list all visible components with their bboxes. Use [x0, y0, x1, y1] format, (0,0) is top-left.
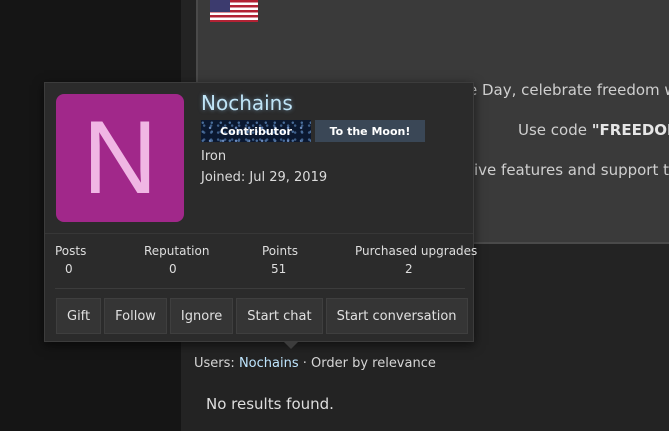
search-criteria: Users: Nochains · Order by relevance	[194, 356, 436, 371]
no-results-message: No results found.	[206, 395, 334, 413]
stat-value-posts: 0	[65, 262, 73, 276]
member-actions: Gift Follow Ignore Start chat Start conv…	[56, 298, 468, 334]
order-text: · Order by relevance	[298, 356, 436, 371]
notice-line-3: ive features and support th	[474, 161, 669, 179]
avatar-letter: N	[82, 99, 158, 216]
username-link[interactable]: Nochains	[201, 91, 293, 115]
avatar[interactable]: N	[56, 94, 184, 222]
joined-date: Joined: Jul 29, 2019	[201, 170, 328, 185]
card-divider	[45, 233, 473, 234]
start-conversation-button[interactable]: Start conversation	[325, 298, 468, 334]
notice-line-2: Use code "FREEDOM	[518, 121, 669, 139]
stats-divider	[55, 288, 465, 289]
stat-value-purchased-upgrades: 2	[405, 262, 413, 276]
to-the-moon-banner: To the Moon!	[315, 120, 425, 142]
follow-button[interactable]: Follow	[104, 298, 167, 334]
member-tooltip-card: N Nochains Contributor To the Moon! Iron…	[44, 82, 478, 342]
users-label: Users:	[194, 356, 235, 371]
promo-code: "FREEDOM	[591, 121, 669, 139]
notice-line-2-prefix: Use code	[518, 121, 592, 139]
stat-value-reputation: 0	[169, 262, 177, 276]
stat-value-points: 51	[271, 262, 287, 276]
start-chat-button[interactable]: Start chat	[236, 298, 323, 334]
users-filter-link[interactable]: Nochains	[239, 356, 299, 371]
stat-label-posts: Posts	[55, 244, 87, 258]
contributor-banner: Contributor	[201, 120, 311, 142]
stat-label-points: Points	[262, 244, 299, 258]
user-title: Iron	[201, 149, 227, 164]
notice-line-1: e Day, celebrate freedom w	[468, 81, 669, 99]
gift-button[interactable]: Gift	[56, 298, 102, 334]
stat-label-purchased-upgrades: Purchased upgrades	[355, 244, 478, 258]
ignore-button[interactable]: Ignore	[169, 298, 234, 334]
tooltip-arrow	[283, 341, 299, 349]
us-flag-icon	[210, 0, 258, 22]
stat-label-reputation: Reputation	[144, 244, 210, 258]
